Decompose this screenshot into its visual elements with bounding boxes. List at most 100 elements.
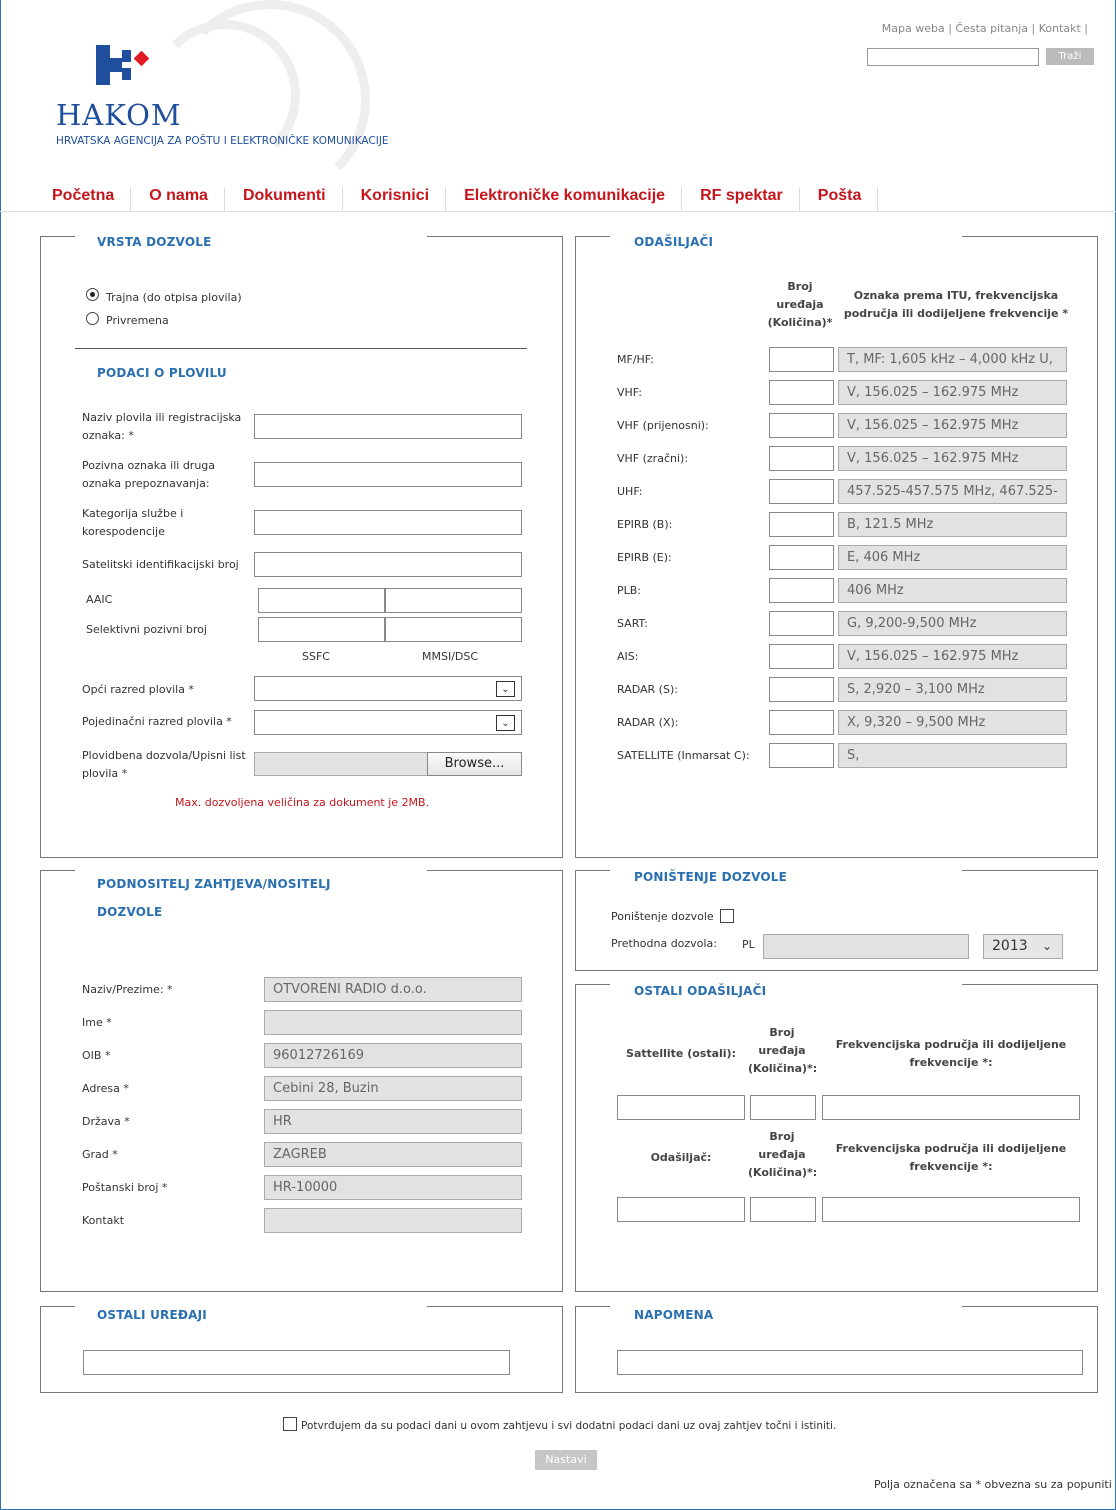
chevron-down-icon[interactable]: ⌄ bbox=[496, 715, 515, 731]
nav-o-nama[interactable]: O nama bbox=[149, 187, 225, 211]
opci-razred-select[interactable] bbox=[254, 676, 522, 701]
radio-privremena-label: Privremena bbox=[106, 314, 169, 327]
browse-button[interactable]: Browse... bbox=[427, 752, 522, 776]
transmitter-label: RADAR (S): bbox=[617, 683, 678, 696]
satellite-frek-input[interactable] bbox=[822, 1095, 1080, 1120]
applicant-field-value[interactable]: OTVORENI RADIO d.o.o. bbox=[264, 977, 522, 1002]
transmitter-count-input[interactable] bbox=[769, 677, 834, 702]
top-links[interactable]: Mapa weba | Česta pitanja | Kontakt | bbox=[882, 22, 1088, 35]
year-value: 2013 bbox=[992, 938, 1028, 954]
prethodna-dozvola-input[interactable] bbox=[763, 934, 969, 959]
transmitter-frequency-field[interactable]: 406 MHz bbox=[838, 578, 1067, 603]
transmitter-count-input[interactable] bbox=[769, 611, 834, 636]
section-title-podnositelj: PODNOSITELJ ZAHTJEVA/NOSITELJ DOZVOLE bbox=[97, 877, 331, 919]
label-pozivna-oznaka: Pozivna oznaka ili druga oznaka prepoznav… bbox=[82, 459, 216, 490]
applicant-field-label: Država * bbox=[82, 1115, 130, 1128]
naziv-plovila-input[interactable] bbox=[254, 414, 522, 439]
radio-trajna-label: Trajna (do otpisa plovila) bbox=[106, 291, 242, 304]
confirm-checkbox[interactable] bbox=[283, 1417, 297, 1431]
applicant-field-value[interactable]: ZAGREB bbox=[264, 1142, 522, 1167]
transmitter-frequency-field[interactable]: V, 156.025 – 162.975 MHz bbox=[838, 446, 1067, 471]
transmitter-count-input[interactable] bbox=[769, 446, 834, 471]
transmitter-count-input[interactable] bbox=[769, 413, 834, 438]
year-select[interactable]: 2013 ⌄ bbox=[983, 934, 1063, 959]
label-pojedinacni-razred: Pojedinačni razred plovila * bbox=[82, 715, 232, 728]
odasiljac-frek-input[interactable] bbox=[822, 1197, 1080, 1222]
section-title-ostali-uredjaji: OSTALI UREĐAJI bbox=[97, 1308, 207, 1322]
applicant-field-label: OIB * bbox=[82, 1049, 111, 1062]
applicant-field-value[interactable] bbox=[264, 1010, 522, 1035]
transmitter-label: VHF (prijenosni): bbox=[617, 419, 709, 432]
nav-dokumenti[interactable]: Dokumenti bbox=[243, 187, 343, 211]
pozivna-oznaka-input[interactable] bbox=[254, 462, 522, 487]
transmitter-frequency-field[interactable]: E, 406 MHz bbox=[838, 545, 1067, 570]
file-path-field[interactable] bbox=[254, 752, 428, 776]
transmitter-count-input[interactable] bbox=[769, 512, 834, 537]
transmitter-count-input[interactable] bbox=[769, 710, 834, 735]
brand-name[interactable]: HAKOM bbox=[56, 98, 182, 132]
transmitter-frequency-field[interactable]: X, 9,320 – 9,500 MHz bbox=[838, 710, 1067, 735]
transmitter-count-input[interactable] bbox=[769, 479, 834, 504]
transmitter-frequency-field[interactable]: T, MF: 1,605 kHz – 4,000 kHz U, bbox=[838, 347, 1067, 372]
applicant-field-value[interactable]: 96012726169 bbox=[264, 1043, 522, 1068]
kategorija-input[interactable] bbox=[254, 510, 522, 535]
transmitter-count-input[interactable] bbox=[769, 644, 834, 669]
applicant-field-value[interactable]: Cebini 28, Buzin bbox=[264, 1076, 522, 1101]
applicant-field-value[interactable] bbox=[264, 1208, 522, 1233]
section-title-vrsta: VRSTA DOZVOLE bbox=[97, 235, 212, 249]
pojedinacni-razred-select[interactable] bbox=[254, 710, 522, 735]
section-title-plovilo: PODACI O PLOVILU bbox=[97, 366, 227, 380]
ponistenje-checkbox[interactable] bbox=[720, 909, 734, 923]
transmitter-count-input[interactable] bbox=[769, 347, 834, 372]
odasiljac-broj-input[interactable] bbox=[750, 1197, 816, 1222]
transmitter-label: UHF: bbox=[617, 485, 643, 498]
hakom-logo-icon[interactable] bbox=[60, 42, 160, 95]
applicant-field-value[interactable]: HR bbox=[264, 1109, 522, 1134]
satellite-broj-input[interactable] bbox=[750, 1095, 816, 1120]
aaic-input-1[interactable] bbox=[258, 588, 385, 613]
transmitter-count-input[interactable] bbox=[769, 578, 834, 603]
transmitter-frequency-field[interactable]: B, 121.5 MHz bbox=[838, 512, 1067, 537]
radio-trajna[interactable] bbox=[86, 288, 99, 301]
transmitter-count-input[interactable] bbox=[769, 743, 834, 768]
chevron-down-icon[interactable]: ⌄ bbox=[496, 681, 515, 697]
applicant-field-label: Poštanski broj * bbox=[82, 1181, 168, 1194]
ostali-uredjaji-input[interactable] bbox=[83, 1350, 510, 1375]
nav-pocetna[interactable]: Početna bbox=[52, 187, 132, 211]
label-satelitski: Satelitski identifikacijski broj bbox=[82, 558, 239, 571]
required-fields-note: Polja označena sa * obvezna su za popuni… bbox=[874, 1478, 1112, 1491]
transmitter-count-input[interactable] bbox=[769, 545, 834, 570]
radio-privremena[interactable] bbox=[86, 312, 99, 325]
transmitter-frequency-field[interactable]: V, 156.025 – 162.975 MHz bbox=[838, 380, 1067, 405]
transmitter-frequency-field[interactable]: V, 156.025 – 162.975 MHz bbox=[838, 413, 1067, 438]
transmitter-frequency-field[interactable]: G, 9,200-9,500 MHz bbox=[838, 611, 1067, 636]
mmsi-input[interactable] bbox=[385, 617, 522, 642]
transmitter-frequency-field[interactable]: 457.525-457.575 MHz, 467.525- bbox=[838, 479, 1067, 504]
satellite-input[interactable] bbox=[617, 1095, 745, 1120]
transmitter-label: VHF (zračni): bbox=[617, 452, 689, 465]
transmitter-label: RADAR (X): bbox=[617, 716, 679, 729]
nav-posta[interactable]: Pošta bbox=[818, 187, 879, 211]
applicant-field-label: Grad * bbox=[82, 1148, 118, 1161]
napomena-input[interactable] bbox=[617, 1350, 1083, 1375]
satelitski-input[interactable] bbox=[254, 552, 522, 577]
aaic-input-2[interactable] bbox=[385, 588, 522, 613]
transmitter-frequency-field[interactable]: V, 156.025 – 162.975 MHz bbox=[838, 644, 1067, 669]
search-button[interactable]: Traži bbox=[1046, 48, 1094, 65]
applicant-field-value[interactable]: HR-10000 bbox=[264, 1175, 522, 1200]
section-title-napomena: NAPOMENA bbox=[634, 1308, 714, 1322]
transmitter-count-input[interactable] bbox=[769, 380, 834, 405]
panel-ostali-odasiljaci bbox=[575, 983, 1098, 1292]
confirm-label: Potvrđujem da su podaci dani u ovom zaht… bbox=[301, 1420, 837, 1432]
nav-korisnici[interactable]: Korisnici bbox=[361, 187, 447, 211]
transmitter-label: MF/HF: bbox=[617, 353, 654, 366]
nav-elektronicke-komunikacije[interactable]: Elektroničke komunikacije bbox=[464, 187, 683, 211]
search-input[interactable] bbox=[867, 48, 1039, 66]
prethodna-label: Prethodna dozvola: bbox=[611, 937, 717, 950]
ssfc-input[interactable] bbox=[258, 617, 385, 642]
odasiljac-input[interactable] bbox=[617, 1197, 745, 1222]
transmitter-frequency-field[interactable]: S, bbox=[838, 743, 1067, 768]
nastavi-button[interactable]: Nastavi bbox=[535, 1450, 597, 1470]
transmitter-frequency-field[interactable]: S, 2,920 – 3,100 MHz bbox=[838, 677, 1067, 702]
nav-rf-spektar[interactable]: RF spektar bbox=[700, 187, 800, 211]
